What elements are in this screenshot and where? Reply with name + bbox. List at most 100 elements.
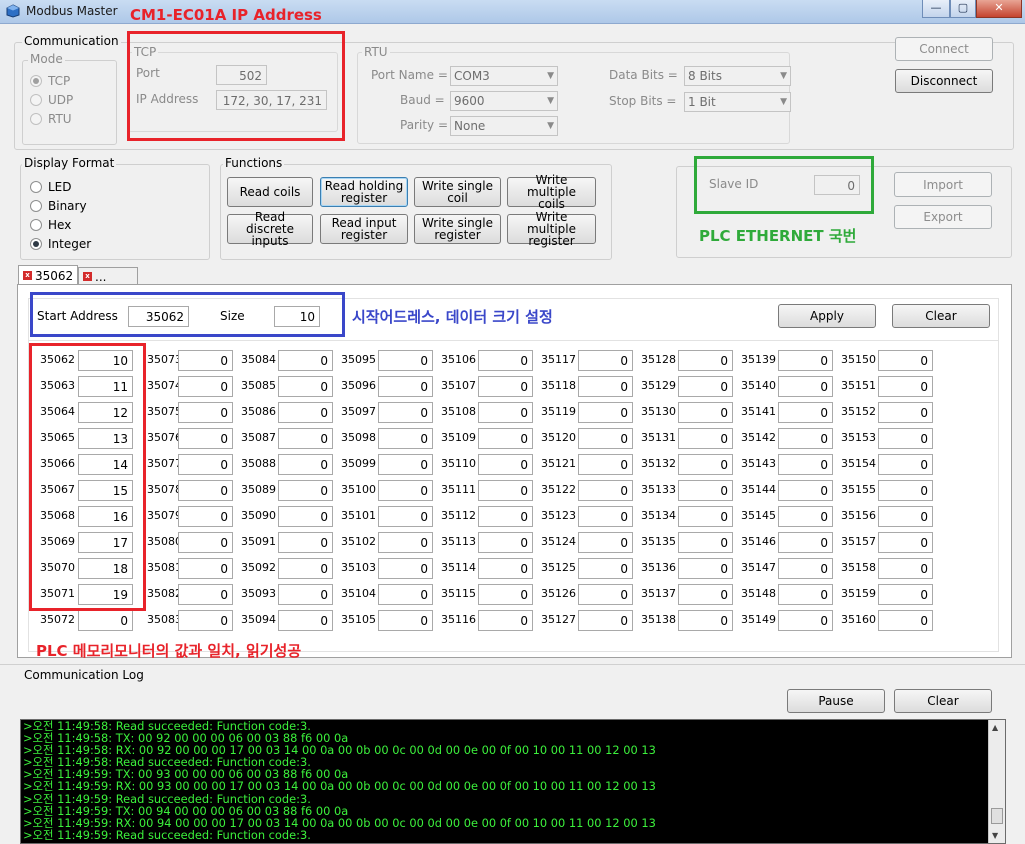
register-value-field[interactable]: 0 (578, 610, 633, 631)
register-value-field[interactable]: 0 (278, 480, 333, 501)
register-value-field[interactable]: 0 (278, 558, 333, 579)
register-value-field[interactable]: 0 (778, 610, 833, 631)
register-value-field[interactable]: 0 (678, 454, 733, 475)
radio-button[interactable] (30, 93, 42, 106)
register-value-field[interactable]: 0 (778, 558, 833, 579)
register-value-field[interactable]: 0 (678, 610, 733, 631)
pause-button[interactable]: Pause (787, 689, 885, 713)
display-option-integer[interactable]: Integer (30, 234, 91, 253)
register-value-field[interactable]: 0 (378, 428, 433, 449)
register-value-field[interactable]: 0 (278, 584, 333, 605)
register-value-field[interactable]: 0 (778, 506, 833, 527)
radio-button[interactable] (30, 74, 42, 87)
communication-log[interactable]: >오전 11:49:58: Read succeeded: Function c… (20, 719, 1006, 844)
function-button-read-discrete-inputs[interactable]: Read discrete inputs (227, 211, 313, 247)
display-option-hex[interactable]: Hex (30, 215, 91, 234)
register-value-field[interactable]: 0 (278, 376, 333, 397)
register-value-field[interactable]: 0 (778, 480, 833, 501)
register-value-field[interactable]: 0 (378, 584, 433, 605)
register-value-field[interactable]: 0 (678, 584, 733, 605)
register-value-field[interactable]: 0 (178, 610, 233, 631)
close-x-icon[interactable]: x (23, 271, 32, 280)
register-value-field[interactable]: 0 (478, 454, 533, 475)
register-value-field[interactable]: 0 (678, 402, 733, 423)
register-value-field[interactable]: 0 (378, 558, 433, 579)
register-value-field[interactable]: 0 (278, 402, 333, 423)
function-button-write-single-register[interactable]: Write single register (414, 214, 501, 244)
register-value-field[interactable]: 0 (278, 428, 333, 449)
register-value-field[interactable]: 0 (378, 532, 433, 553)
clear-log-button[interactable]: Clear (894, 689, 992, 713)
register-value-field[interactable]: 0 (178, 558, 233, 579)
register-value-field[interactable]: 0 (678, 376, 733, 397)
disconnect-button[interactable]: Disconnect (895, 69, 993, 93)
register-value-field[interactable]: 0 (378, 506, 433, 527)
register-value-field[interactable]: 0 (178, 376, 233, 397)
register-value-field[interactable]: 0 (378, 402, 433, 423)
radio-button[interactable] (30, 237, 42, 250)
register-value-field[interactable]: 0 (178, 584, 233, 605)
apply-button[interactable]: Apply (778, 304, 876, 328)
register-value-field[interactable]: 0 (878, 402, 933, 423)
radio-button[interactable] (30, 218, 42, 231)
register-value-field[interactable]: 0 (178, 506, 233, 527)
register-value-field[interactable]: 0 (578, 402, 633, 423)
register-value-field[interactable]: 0 (578, 454, 633, 475)
minimize-button[interactable]: — (922, 0, 950, 18)
register-value-field[interactable]: 0 (178, 428, 233, 449)
register-value-field[interactable]: 0 (478, 428, 533, 449)
maximize-button[interactable]: ▢ (950, 0, 976, 18)
register-value-field[interactable]: 0 (478, 350, 533, 371)
register-value-field[interactable]: 0 (478, 506, 533, 527)
register-value-field[interactable]: 0 (278, 532, 333, 553)
register-value-field[interactable]: 0 (478, 584, 533, 605)
register-value-field[interactable]: 0 (778, 532, 833, 553)
connect-button[interactable]: Connect (895, 37, 993, 61)
register-value-field[interactable]: 0 (878, 350, 933, 371)
radio-button[interactable] (30, 180, 42, 193)
register-value-field[interactable]: 0 (578, 480, 633, 501)
register-value-field[interactable]: 0 (878, 376, 933, 397)
register-value-field[interactable]: 0 (478, 532, 533, 553)
register-value-field[interactable]: 0 (578, 506, 633, 527)
register-value-field[interactable]: 0 (278, 506, 333, 527)
register-value-field[interactable]: 0 (578, 532, 633, 553)
register-value-field[interactable]: 0 (378, 610, 433, 631)
register-value-field[interactable]: 0 (378, 376, 433, 397)
mode-option-tcp[interactable]: TCP (30, 71, 73, 90)
register-value-field[interactable]: 0 (278, 610, 333, 631)
register-value-field[interactable]: 0 (778, 350, 833, 371)
scroll-down-icon[interactable]: ▼ (992, 831, 998, 840)
register-value-field[interactable]: 0 (878, 584, 933, 605)
register-value-field[interactable]: 0 (378, 350, 433, 371)
register-value-field[interactable]: 0 (878, 532, 933, 553)
register-value-field[interactable]: 0 (578, 584, 633, 605)
register-value-field[interactable]: 0 (678, 558, 733, 579)
register-value-field[interactable]: 0 (278, 350, 333, 371)
register-value-field[interactable]: 0 (178, 454, 233, 475)
scroll-up-icon[interactable]: ▲ (992, 723, 998, 732)
function-button-read-holding-register[interactable]: Read holding register (320, 177, 408, 207)
register-value-field[interactable]: 0 (478, 610, 533, 631)
import-button[interactable]: Import (894, 172, 992, 197)
parity-select[interactable]: None ▼ (450, 116, 558, 136)
register-value-field[interactable]: 0 (378, 454, 433, 475)
register-value-field[interactable]: 0 (678, 428, 733, 449)
register-value-field[interactable]: 0 (878, 610, 933, 631)
register-value-field[interactable]: 0 (778, 428, 833, 449)
register-value-field[interactable]: 0 (178, 532, 233, 553)
tab-more[interactable]: x ... (78, 267, 138, 285)
register-value-field[interactable]: 0 (378, 480, 433, 501)
function-button-write-multiple-register[interactable]: Write multiple register (507, 211, 596, 247)
log-scrollbar[interactable]: ▲ ▼ (988, 720, 1005, 843)
register-value-field[interactable]: 0 (578, 428, 633, 449)
close-x-icon[interactable]: x (83, 272, 92, 281)
register-value-field[interactable]: 0 (578, 376, 633, 397)
function-button-read-coils[interactable]: Read coils (227, 177, 313, 207)
register-value-field[interactable]: 0 (778, 402, 833, 423)
register-value-field[interactable]: 0 (678, 350, 733, 371)
function-button-write-single-coil[interactable]: Write single coil (414, 177, 501, 207)
function-button-write-multiple-coils[interactable]: Write multiple coils (507, 174, 596, 210)
register-value-field[interactable]: 0 (478, 376, 533, 397)
radio-button[interactable] (30, 199, 42, 212)
